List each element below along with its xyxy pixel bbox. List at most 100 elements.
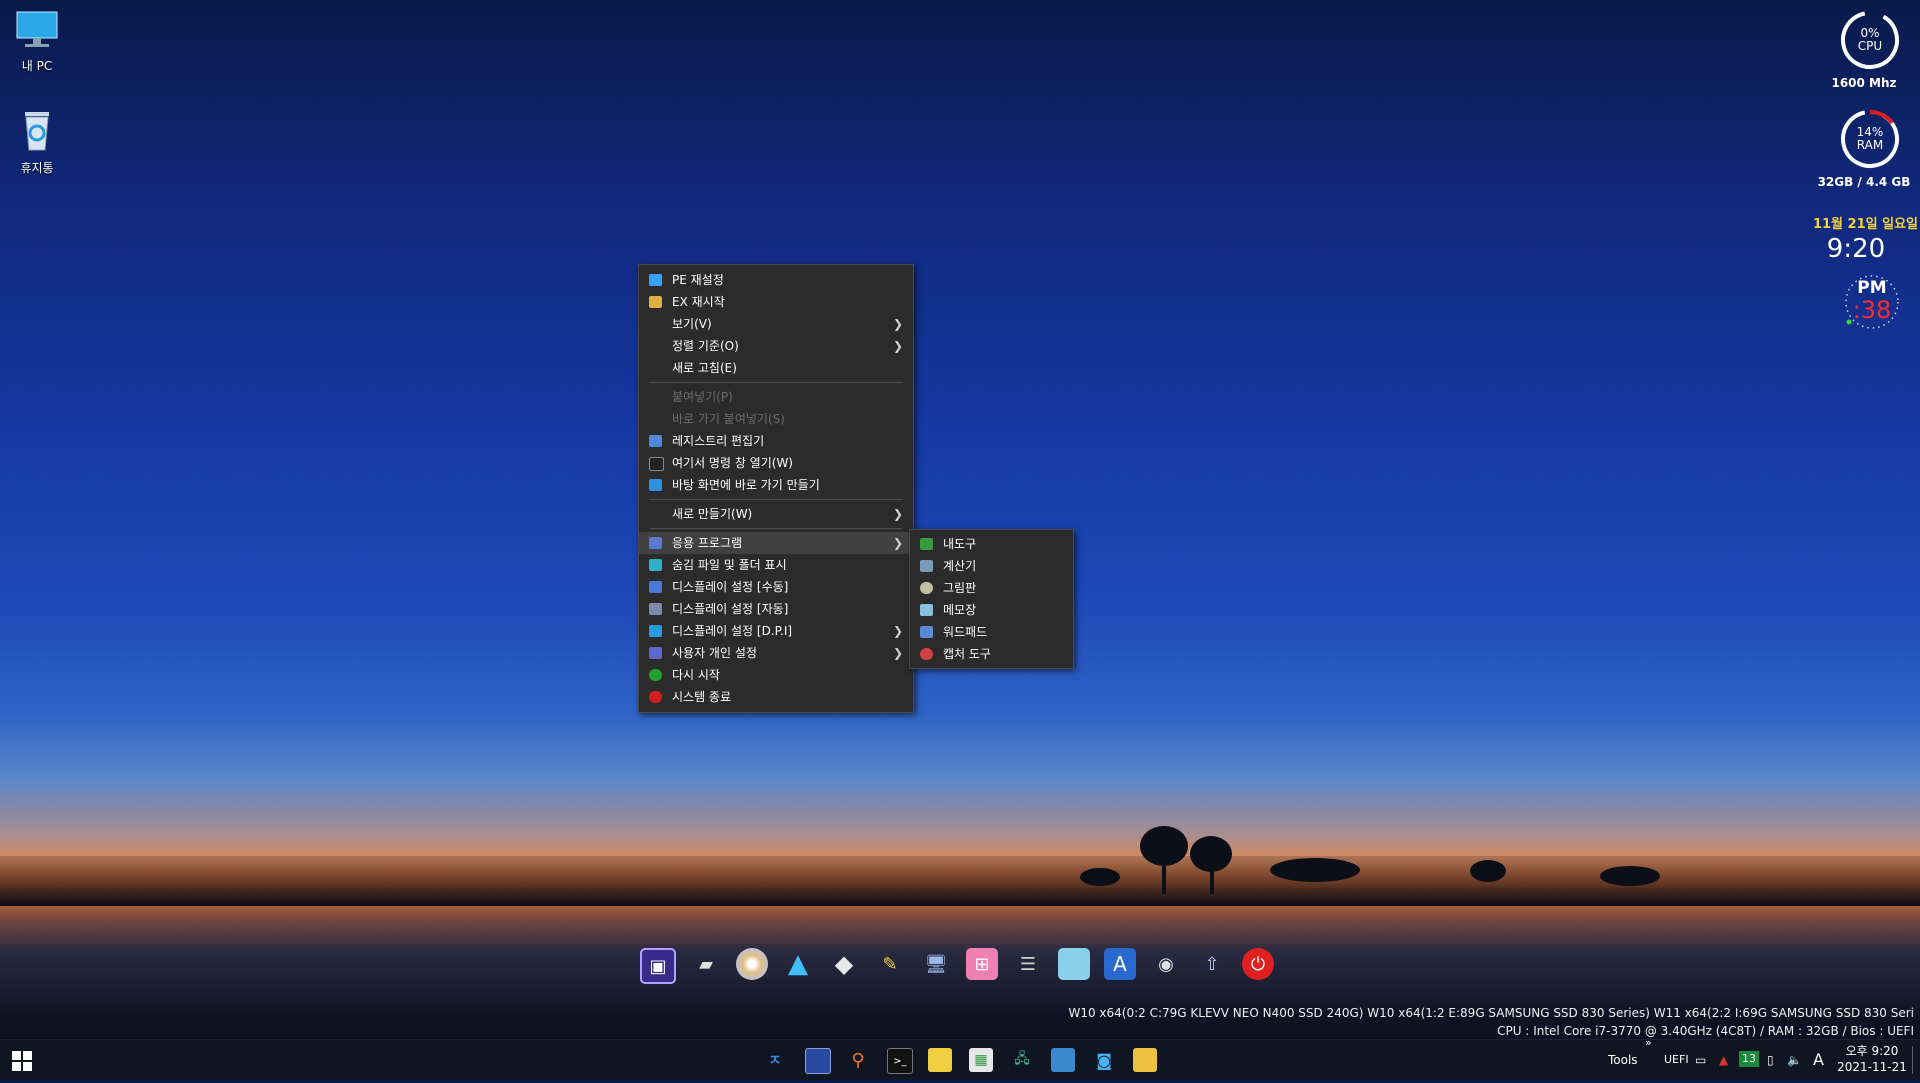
cpu-label: CPU [1857, 39, 1883, 53]
tools-toolbar-label[interactable]: Tools [1608, 1040, 1638, 1080]
document-icon[interactable] [1058, 948, 1090, 980]
windows-store-icon[interactable]: ⊞ [966, 948, 998, 980]
chevron-right-icon: ❯ [892, 317, 903, 331]
disk-tool-icon[interactable]: ☰ [1012, 948, 1044, 980]
battery-tray-icon[interactable]: ▯ [1767, 1040, 1774, 1080]
submenu-item-label: 워드패드 [943, 625, 988, 639]
menu-item-label: 정렬 기준(O) [672, 339, 739, 353]
applications-submenu: 내도구 계산기 그림판 메모장 워드패드 캡처 도구 [909, 529, 1074, 669]
menu-item-label: 바로 가기 붙여넣기(S) [672, 412, 785, 426]
menu-item-label: 시스템 종료 [672, 690, 732, 704]
folder-icon[interactable] [1133, 1048, 1157, 1072]
font-icon[interactable]: A [1104, 948, 1136, 980]
power-button-icon[interactable]: ⏻ [1242, 948, 1274, 980]
menu-item-label: 숨김 파일 및 폴더 표시 [672, 558, 787, 572]
monitor-icon [16, 11, 58, 47]
dpi-icon [649, 625, 662, 637]
submenu-item-paint[interactable]: 그림판 [910, 577, 1073, 599]
personalize-icon [649, 647, 662, 659]
menu-item-paste: 붙여넣기(P) [639, 386, 913, 408]
tree-silhouette [1080, 868, 1120, 886]
camera-icon[interactable]: ◙ [1092, 1048, 1116, 1072]
display-icon [649, 581, 662, 593]
menu-item-display-manual[interactable]: 디스플레이 설정 [수동] [639, 576, 913, 598]
menu-item-create-desktop-shortcut[interactable]: 바탕 화면에 바로 가기 만들기 [639, 474, 913, 496]
menu-separator [649, 499, 903, 500]
menu-item-label: 응용 프로그램 [672, 536, 743, 550]
volume-tray-icon[interactable]: 🔈 [1787, 1040, 1802, 1080]
chevron-right-icon: ❯ [892, 624, 903, 638]
show-desktop-button[interactable] [1912, 1046, 1913, 1074]
search-icon[interactable]: ⚲ [846, 1048, 870, 1072]
submenu-item-notepad[interactable]: 메모장 [910, 599, 1073, 621]
camera-tool-icon[interactable]: ◉ [1150, 948, 1182, 980]
seconds-label: :38 [1852, 296, 1892, 324]
desktop-icon-label: 휴지통 [20, 161, 54, 175]
hidden-files-icon [649, 559, 662, 571]
submenu-item-snipping-tool[interactable]: 캡처 도구 [910, 643, 1073, 665]
apps-icon [649, 537, 662, 549]
triangle-icon[interactable]: ▲ [782, 948, 814, 980]
chevron-right-icon: ❯ [892, 646, 903, 660]
tree-silhouette [1470, 860, 1506, 882]
desktop-icon-my-pc[interactable]: 내 PC [5, 10, 69, 74]
restart-icon [649, 669, 662, 681]
menu-item-new[interactable]: 새로 만들기(W) ❯ [639, 503, 913, 525]
edit-tool-icon[interactable]: ✎ [874, 948, 906, 980]
terminal-icon[interactable]: >_ [887, 1048, 913, 1074]
tree-trunk [1162, 860, 1166, 894]
menu-item-display-auto[interactable]: 디스플레이 설정 [자동] [639, 598, 913, 620]
registry-tool-icon[interactable]: ▦ [969, 1048, 993, 1072]
menu-item-label: 새로 고침(E) [672, 361, 737, 375]
menu-item-registry-editor[interactable]: 레지스트리 편집기 [639, 430, 913, 452]
badge-tray[interactable]: 13 [1739, 1051, 1759, 1067]
submenu-item-label: 그림판 [943, 581, 977, 595]
submenu-item-wordpad[interactable]: 워드패드 [910, 621, 1073, 643]
submenu-item-calculator[interactable]: 계산기 [910, 555, 1073, 577]
diamond-icon[interactable]: ◆ [828, 948, 860, 980]
rocket-icon[interactable]: ⇧ [1196, 948, 1228, 980]
menu-item-display-dpi[interactable]: 디스플레이 설정 [D.P.I] ❯ [639, 620, 913, 642]
menu-item-label: 보기(V) [672, 317, 712, 331]
notepad-icon [920, 604, 933, 616]
menu-item-personalize[interactable]: 사용자 개인 설정 ❯ [639, 642, 913, 664]
network-tray-icon[interactable]: ▭ [1695, 1040, 1706, 1080]
explorer-icon [649, 296, 662, 308]
menu-item-restart[interactable]: 다시 시작 [639, 664, 913, 686]
refresh-icon [649, 274, 662, 286]
power-icon [649, 691, 662, 703]
menu-item-open-command-window[interactable]: 여기서 명령 창 열기(W) [639, 452, 913, 474]
menu-item-sort-by[interactable]: 정렬 기준(O) ❯ [639, 335, 913, 357]
paint-icon [920, 582, 933, 594]
console-icon [649, 457, 664, 471]
desktop-dock: ▣ ▰ ▲ ◆ ✎ 🖥 ⊞ ☰ A ◉ ⇧ ⏻ [640, 948, 1274, 988]
ampm-label: PM [1857, 278, 1887, 298]
menu-item-pe-reset[interactable]: PE 재설정 [639, 269, 913, 291]
warning-tray-icon[interactable]: ▲ [1719, 1040, 1728, 1080]
app-launcher-icon[interactable]: ㅈ [763, 1048, 787, 1072]
menu-separator [649, 528, 903, 529]
menu-item-refresh[interactable]: 새로 고침(E) [639, 357, 913, 379]
network-pc-icon[interactable]: 🖥 [920, 948, 952, 980]
notes-icon[interactable] [928, 1048, 952, 1072]
submenu-item-label: 계산기 [943, 559, 977, 573]
menu-item-ex-restart[interactable]: EX 재시작 [639, 291, 913, 313]
usb-drive-icon[interactable]: ▰ [690, 948, 722, 980]
desktop-icon-recycle-bin[interactable]: 휴지통 [5, 108, 69, 176]
floppy-save-icon[interactable] [805, 1048, 831, 1074]
menu-item-view[interactable]: 보기(V) ❯ [639, 313, 913, 335]
taskbar: ㅈ ⚲ >_ ▦ 🖧 ◙ Tools » UEFI ▭ ▲ 13 ▯ 🔈 A 오… [0, 1036, 1920, 1083]
taskbar-clock[interactable]: 오후 9:20 2021-11-21 [1836, 1043, 1908, 1083]
menu-item-shutdown[interactable]: 시스템 종료 [639, 686, 913, 708]
submenu-item-my-tools[interactable]: 내도구 [910, 533, 1073, 555]
ime-indicator[interactable]: A [1813, 1040, 1824, 1080]
explorer-window-icon[interactable] [1051, 1048, 1075, 1072]
submenu-item-label: 메모장 [943, 603, 977, 617]
network-icon[interactable]: 🖧 [1010, 1048, 1034, 1072]
disc-icon[interactable] [736, 948, 768, 980]
windows-start-icon[interactable] [12, 1051, 32, 1071]
menu-item-show-hidden-files[interactable]: 숨김 파일 및 폴더 표시 [639, 554, 913, 576]
chip-icon[interactable]: ▣ [640, 948, 676, 984]
chevron-expand-icon[interactable]: » [1645, 1036, 1652, 1076]
menu-item-applications[interactable]: 응용 프로그램 ❯ [639, 532, 913, 554]
